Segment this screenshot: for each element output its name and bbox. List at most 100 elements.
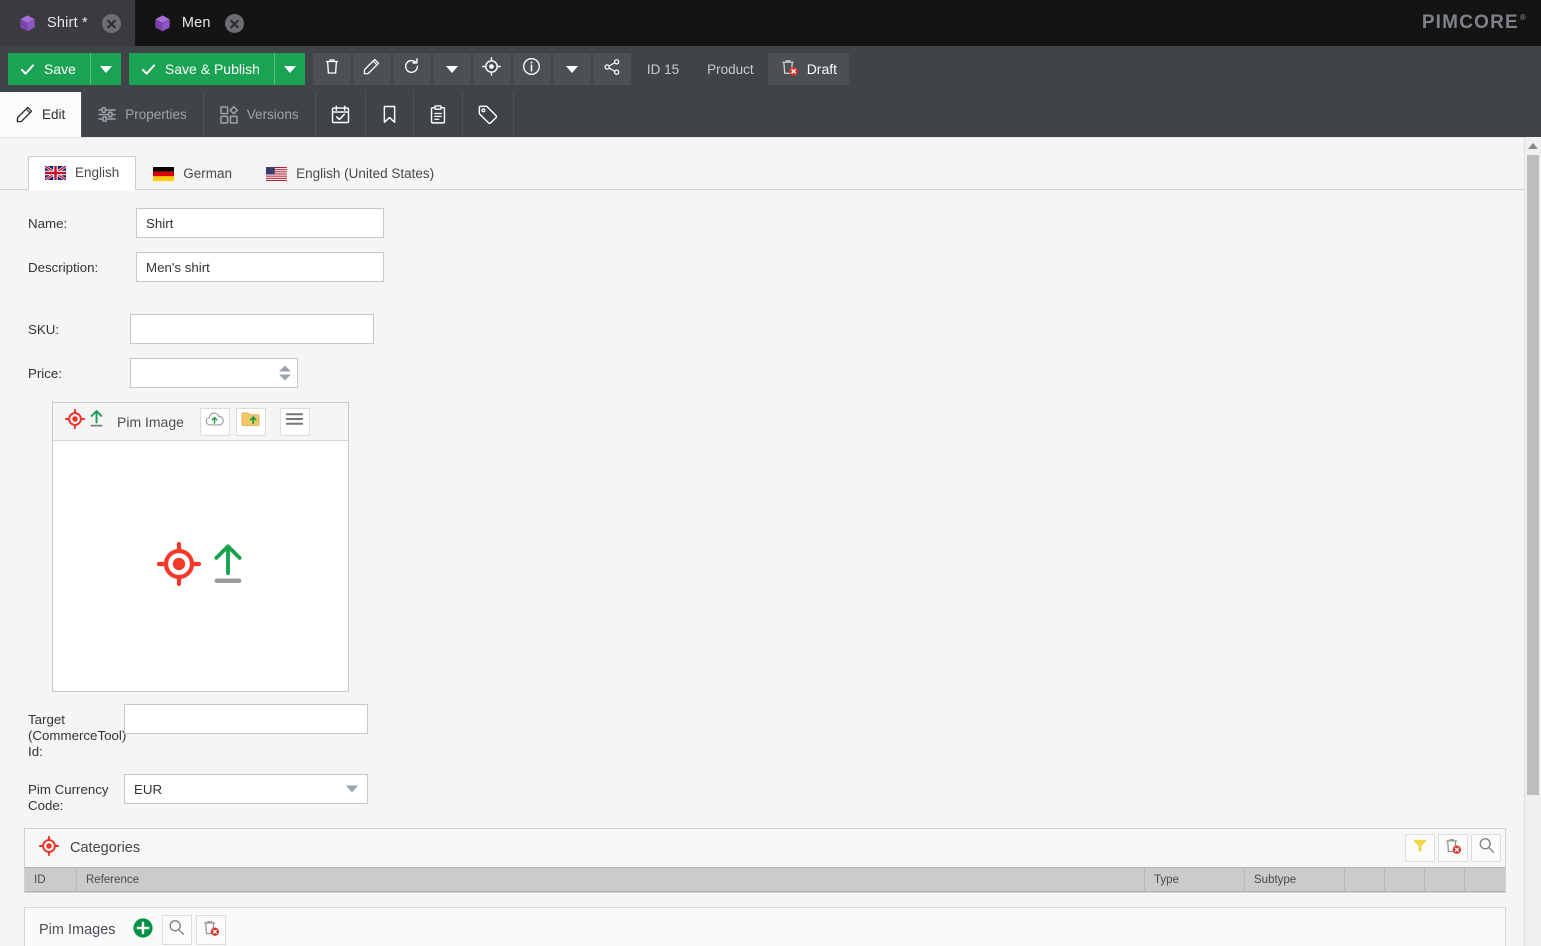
tab-schedule[interactable]	[316, 92, 366, 137]
tag-icon	[478, 105, 498, 124]
chevron-down-icon	[283, 65, 296, 73]
edit-button[interactable]	[352, 53, 391, 85]
action-toolbar: Save Save & Publish ID 15 Product Draft	[0, 46, 1541, 92]
pim-images-title: Pim Images	[39, 922, 116, 938]
search-icon	[1478, 837, 1495, 859]
pim-image-menu-button[interactable]	[279, 407, 310, 436]
sku-input[interactable]	[130, 314, 374, 344]
document-tab-shirt[interactable]: Shirt *	[0, 0, 135, 46]
save-publish-button-label: Save & Publish	[164, 61, 260, 77]
product-form: Name: Description: SKU: Price:	[0, 190, 1524, 814]
tab-versions[interactable]: Versions	[204, 92, 316, 137]
sku-label: SKU:	[28, 322, 60, 337]
target-icon	[156, 541, 201, 591]
target-id-label: Target (CommerceTool) Id:	[28, 712, 127, 759]
section-tab-bar: Edit Properties Versions	[0, 92, 1541, 137]
target-id-input[interactable]	[124, 704, 368, 734]
column-header-reference[interactable]: Reference	[77, 868, 1145, 891]
name-input[interactable]	[136, 208, 384, 238]
language-tab-label: English	[75, 165, 120, 180]
currency-select[interactable]	[124, 774, 368, 804]
column-header-action-2[interactable]	[1385, 868, 1425, 891]
pencil-icon	[16, 106, 33, 123]
share-icon	[603, 58, 621, 81]
tab-edit-label: Edit	[42, 107, 66, 122]
tab-dependencies[interactable]	[366, 92, 414, 137]
stepper-up-icon[interactable]	[279, 365, 291, 372]
info-dropdown-button[interactable]	[552, 53, 591, 85]
tab-edit[interactable]: Edit	[0, 92, 83, 137]
save-dropdown-button[interactable]	[91, 53, 121, 85]
edit-panel: English German English (United States) N…	[0, 137, 1524, 946]
close-icon[interactable]	[101, 13, 121, 33]
column-header-subtype[interactable]: Subtype	[1245, 868, 1345, 891]
column-header-action-3[interactable]	[1425, 868, 1465, 891]
categories-block: Categories ID Reference Type Subtype	[24, 828, 1506, 893]
save-button-main[interactable]: Save	[8, 53, 90, 85]
scroll-up-button[interactable]	[1525, 137, 1541, 154]
language-tab-english-us[interactable]: English (United States)	[249, 157, 451, 190]
column-header-id[interactable]: ID	[25, 868, 77, 891]
delete-button[interactable]	[312, 53, 351, 85]
save-publish-dropdown-button[interactable]	[275, 53, 305, 85]
draft-label: Draft	[806, 61, 838, 77]
locate-button[interactable]	[472, 53, 511, 85]
pimcore-logo-text: PIMCORE	[1421, 12, 1519, 33]
language-tab-german[interactable]: German	[136, 157, 249, 190]
save-publish-button-main[interactable]: Save & Publish	[129, 53, 274, 85]
reload-dropdown-button[interactable]	[432, 53, 471, 85]
target-icon	[64, 408, 86, 434]
cube-icon	[153, 14, 172, 33]
tab-notes-events[interactable]	[414, 92, 463, 137]
column-header-action-4[interactable]	[1465, 868, 1505, 891]
flag-us-icon	[266, 166, 288, 181]
content-area: English German English (United States) N…	[0, 137, 1541, 946]
description-label: Description:	[28, 260, 99, 275]
info-icon	[522, 57, 541, 81]
save-publish-button[interactable]: Save & Publish	[128, 53, 305, 85]
upload-from-folder-button[interactable]	[235, 407, 266, 436]
close-icon[interactable]	[224, 13, 244, 33]
chevron-down-icon[interactable]	[346, 785, 358, 793]
categories-search-button[interactable]	[1471, 834, 1501, 862]
document-tab-bar: Shirt * Men PIMCORE ®	[0, 0, 1541, 46]
blocks-icon	[219, 105, 238, 124]
pim-images-delete-button[interactable]	[195, 915, 226, 945]
pim-images-add-button[interactable]	[128, 915, 158, 945]
quantity-stepper[interactable]	[279, 365, 291, 381]
tab-tags[interactable]	[463, 92, 514, 137]
trash-delete-icon	[780, 58, 799, 80]
pim-images-search-button[interactable]	[161, 915, 192, 945]
share-button[interactable]	[592, 53, 631, 85]
reload-button[interactable]	[392, 53, 431, 85]
check-icon	[20, 62, 35, 77]
language-tab-english[interactable]: English	[28, 156, 137, 190]
save-button[interactable]: Save	[8, 53, 121, 85]
plus-circle-icon	[132, 917, 154, 944]
pim-images-block: Pim Images	[24, 907, 1506, 946]
column-header-type[interactable]: Type	[1145, 868, 1245, 891]
stepper-down-icon[interactable]	[279, 374, 291, 381]
trash-delete-icon	[202, 919, 220, 942]
currency-label: Pim Currency Code:	[28, 782, 109, 813]
document-tab-men[interactable]: Men	[135, 0, 258, 46]
info-button[interactable]	[512, 53, 551, 85]
pim-image-drop-zone[interactable]	[53, 441, 348, 691]
categories-title: Categories	[70, 840, 141, 856]
column-header-action-1[interactable]	[1345, 868, 1385, 891]
language-tab-label: English (United States)	[296, 166, 435, 181]
price-input[interactable]	[130, 358, 298, 388]
vertical-scrollbar[interactable]	[1524, 137, 1541, 946]
draft-status-button[interactable]: Draft	[767, 53, 850, 85]
categories-delete-button[interactable]	[1438, 834, 1468, 862]
upload-from-server-button[interactable]	[199, 407, 230, 436]
description-input[interactable]	[136, 252, 384, 282]
tab-properties[interactable]: Properties	[82, 92, 204, 137]
pimcore-logo-trademark: ®	[1519, 13, 1527, 22]
tab-properties-label: Properties	[125, 107, 187, 122]
language-tab-bar: English German English (United States)	[0, 138, 1524, 190]
scrollbar-thumb[interactable]	[1527, 155, 1539, 795]
form-row-description: Description:	[28, 252, 1524, 282]
trash-delete-icon	[1444, 837, 1462, 860]
categories-filter-button[interactable]	[1405, 834, 1435, 862]
